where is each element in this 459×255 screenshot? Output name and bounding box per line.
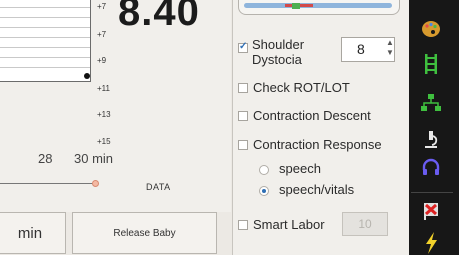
lightning-icon[interactable] (418, 231, 444, 255)
status-bar-marker (292, 3, 300, 9)
chart-gridline (0, 7, 90, 8)
chart-gridline (0, 27, 90, 28)
dystocia-stepper-value: 8 (357, 41, 365, 57)
scale-label: +11 (97, 84, 110, 93)
dilation-readout: 8.40 (118, 0, 200, 34)
smart-labor-checkbox[interactable] (238, 220, 248, 230)
release-baby-button[interactable]: Release Baby (72, 212, 217, 254)
chart-gridline (0, 67, 90, 68)
status-bar (244, 3, 392, 8)
chart-gridline (0, 57, 90, 58)
x-tick-label: 30 min (74, 151, 114, 166)
shoulder-dystocia-label-line1: Shoulder (252, 37, 305, 52)
headset-icon[interactable] (418, 156, 444, 180)
speech-vitals-radio[interactable] (259, 186, 269, 196)
chart-gridline (0, 47, 90, 48)
scale-label: +9 (97, 56, 107, 65)
scale-label: +15 (97, 137, 111, 146)
trace-chart (0, 0, 91, 82)
smart-labor-field[interactable]: 10 (342, 212, 388, 236)
ladder-icon[interactable] (418, 52, 444, 76)
contraction-descent-checkbox[interactable] (238, 111, 248, 121)
shoulder-dystocia-label-line2: Dystocia (252, 52, 302, 67)
network-icon[interactable] (418, 91, 444, 115)
contraction-response-checkbox[interactable] (238, 140, 248, 150)
palette-icon[interactable] (418, 17, 444, 41)
check-rot-lot-label: Check ROT/LOT (253, 80, 350, 95)
x-tick-label: 28 (38, 151, 53, 166)
speech-radio-label: speech (279, 161, 321, 176)
data-label: DATA (146, 182, 171, 192)
microscope-icon[interactable] (418, 127, 444, 151)
time-slider-handle[interactable] (92, 180, 99, 187)
chart-gridline (0, 37, 90, 38)
shoulder-dystocia-checkbox[interactable] (238, 41, 248, 53)
minutes-button[interactable]: min (0, 212, 66, 254)
flag-icon[interactable] (418, 199, 444, 223)
contraction-response-label: Contraction Response (253, 137, 382, 152)
stepper-up-icon[interactable]: ▲ (386, 38, 394, 47)
scale-label: +7 (97, 2, 107, 11)
scale-label: +13 (97, 110, 111, 119)
speech-radio[interactable] (259, 165, 269, 175)
toolbar-divider (411, 192, 453, 193)
speech-vitals-radio-label: speech/vitals (279, 182, 355, 197)
smart-labor-label: Smart Labor (253, 217, 325, 232)
scale-label: +7 (97, 30, 107, 39)
trace-point (84, 73, 90, 79)
chart-gridline (0, 17, 90, 18)
time-axis-line (0, 183, 93, 184)
check-rot-lot-checkbox[interactable] (238, 83, 248, 93)
contraction-descent-label: Contraction Descent (253, 108, 371, 123)
stepper-down-icon[interactable]: ▼ (386, 48, 394, 57)
